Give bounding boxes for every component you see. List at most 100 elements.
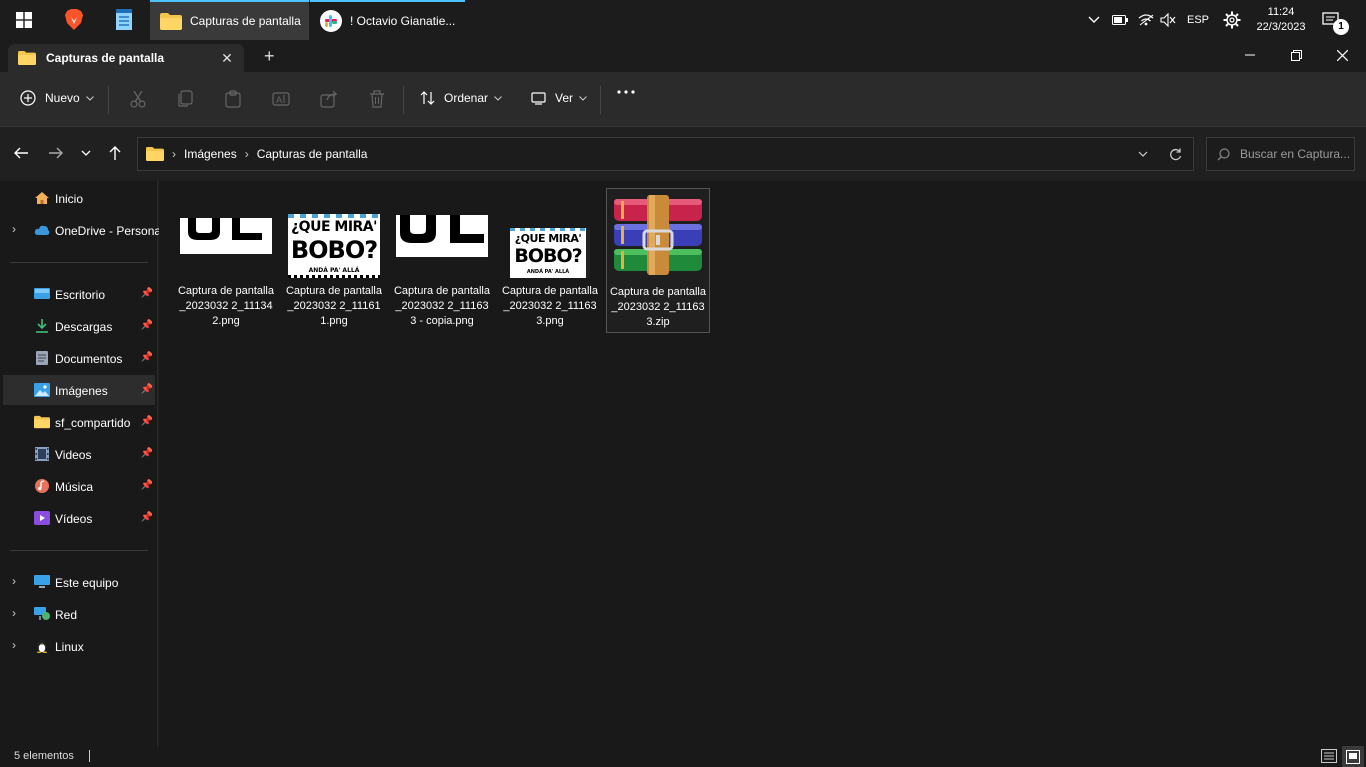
pin-icon[interactable]: 📌	[141, 416, 153, 427]
large-icons-view-button[interactable]	[1342, 746, 1364, 767]
sort-button-label: Ordenar	[444, 91, 489, 105]
gear-icon	[1223, 11, 1241, 29]
recent-locations-chevron-icon[interactable]	[81, 150, 91, 156]
pin-icon[interactable]: 📌	[141, 384, 153, 395]
explorer-tab[interactable]: Capturas de pantalla ✕	[8, 44, 244, 72]
onedrive-cloud-icon	[34, 225, 50, 235]
image-thumbnail-icon: ¿QUE MIRA' BOBO? ANDÁ PA' ALLÁ	[510, 228, 590, 278]
nav-item-linux[interactable]: › Linux	[3, 631, 155, 661]
desktop-icon	[34, 288, 50, 299]
search-icon	[1217, 147, 1230, 160]
windows-start-button[interactable]	[0, 0, 48, 40]
nav-item-imagenes[interactable]: Imágenes 📌	[3, 375, 155, 405]
nav-item-documentos[interactable]: Documentos 📌	[3, 343, 155, 373]
close-window-button[interactable]	[1319, 40, 1365, 70]
taskbar-app-slack[interactable]: ! Octavio Gianatie...	[310, 0, 465, 40]
nav-item-label: Imágenes	[55, 384, 108, 398]
volume-button[interactable]	[1160, 0, 1180, 40]
chevron-right-icon[interactable]: ›	[12, 574, 16, 588]
clock[interactable]: 11:24 22/3/2023	[1252, 0, 1310, 40]
language-indicator[interactable]: ESP	[1187, 0, 1213, 40]
show-hidden-icons-button[interactable]	[1088, 0, 1108, 40]
notepad-icon	[116, 9, 132, 30]
settings-tray-button[interactable]	[1223, 0, 1243, 40]
copy-icon[interactable]	[176, 90, 194, 108]
file-item[interactable]: Captura de pantalla_2023032 2_111633.zip	[606, 188, 710, 333]
file-item[interactable]: Captura de pantalla_2023032 2_111633 - c…	[390, 188, 494, 333]
network-button[interactable]	[1138, 0, 1158, 40]
nav-item-onedrive[interactable]: › OneDrive - Persona	[3, 215, 161, 245]
new-button[interactable]: Nuevo	[20, 90, 94, 106]
address-dropdown-chevron-icon[interactable]	[1138, 151, 1148, 157]
folder-icon	[146, 147, 164, 161]
pin-icon[interactable]: 📌	[141, 480, 153, 491]
chevron-right-icon[interactable]: ›	[12, 606, 16, 620]
nav-item-label: OneDrive - Persona	[55, 224, 162, 238]
nav-item-label: Red	[55, 608, 78, 622]
pin-icon[interactable]: 📌	[141, 320, 153, 331]
notifications-button[interactable]: 1	[1322, 0, 1350, 40]
divider	[403, 86, 404, 114]
chevron-right-icon[interactable]: ›	[12, 638, 16, 652]
divider	[10, 262, 148, 263]
pin-icon[interactable]: 📌	[141, 512, 153, 523]
notification-count: 1	[1333, 19, 1349, 35]
nav-item-label: Inicio	[55, 192, 84, 206]
tab-title: Capturas de pantalla	[46, 51, 165, 65]
thumb-text: ANDÁ PA' ALLÁ	[526, 269, 570, 275]
chevron-down-icon	[494, 95, 502, 101]
folder-icon	[18, 51, 36, 65]
file-thumbnail: ¿QUE MIRA' BOBO? ANDÁ PA' ALLÁ	[504, 188, 596, 278]
close-tab-icon[interactable]: ✕	[220, 51, 234, 65]
pin-icon[interactable]: 📌	[141, 352, 153, 363]
minimize-button[interactable]	[1227, 40, 1273, 70]
nav-item-videos[interactable]: Videos 📌	[3, 439, 155, 469]
nav-item-red[interactable]: › Red	[3, 599, 155, 629]
address-bar[interactable]: › Imágenes › Capturas de pantalla	[137, 137, 1194, 171]
file-item[interactable]: Captura de pantalla_2023032 2_111342.png	[174, 188, 278, 333]
rename-icon[interactable]: A	[272, 90, 290, 108]
view-button[interactable]: Ver	[531, 90, 587, 106]
breadcrumb-item-capturas[interactable]: Capturas de pantalla	[257, 147, 368, 161]
details-view-icon[interactable]	[1321, 749, 1337, 763]
more-options-button[interactable]	[617, 90, 635, 94]
nav-item-musica[interactable]: Música 📌	[3, 471, 155, 501]
thumb-text: ¿QUE MIRA'	[291, 219, 377, 235]
nav-item-escritorio[interactable]: Escritorio 📌	[3, 279, 155, 309]
search-box[interactable]: Buscar en Captura...	[1206, 137, 1355, 171]
pictures-icon	[34, 383, 50, 397]
nav-item-videos-library[interactable]: Vídeos 📌	[3, 503, 155, 533]
battery-button[interactable]	[1112, 0, 1132, 40]
file-item[interactable]: ¿QUE MIRA' BOBO? ANDÁ PA' ALLÁ Captura d…	[498, 188, 602, 333]
new-tab-button[interactable]: +	[264, 46, 275, 67]
nav-item-sf-compartido[interactable]: sf_compartido 📌	[3, 407, 155, 437]
chevron-right-icon[interactable]: ›	[12, 222, 16, 236]
nav-item-inicio[interactable]: Inicio	[3, 183, 155, 213]
up-arrow-icon[interactable]	[108, 145, 122, 161]
brave-browser-button[interactable]	[50, 0, 98, 40]
cut-icon[interactable]	[129, 90, 147, 108]
thumb-text: ¿QUE MIRA'	[514, 232, 582, 245]
pin-icon[interactable]: 📌	[141, 448, 153, 459]
sort-button[interactable]: Ordenar	[420, 90, 502, 106]
nav-item-label: Documentos	[55, 352, 123, 366]
clock-time: 11:24	[1267, 6, 1295, 18]
pin-icon[interactable]: 📌	[141, 288, 153, 299]
nav-item-este-equipo[interactable]: › Este equipo	[3, 567, 155, 597]
share-icon[interactable]	[320, 90, 338, 108]
image-thumbnail-icon	[180, 218, 272, 254]
taskbar-app-explorer[interactable]: Capturas de pantalla	[150, 0, 309, 40]
nav-item-label: Videos	[55, 448, 92, 462]
paste-icon[interactable]	[224, 90, 242, 108]
nav-item-descargas[interactable]: Descargas 📌	[3, 311, 155, 341]
back-arrow-icon[interactable]	[13, 146, 29, 160]
file-item[interactable]: ¿QUE MIRA' BOBO? ANDÁ PA' ALLÁ Captura d…	[282, 188, 386, 333]
forward-arrow-icon[interactable]	[48, 146, 64, 160]
notepad-button[interactable]	[100, 0, 148, 40]
refresh-icon[interactable]	[1169, 148, 1182, 161]
delete-icon[interactable]	[368, 90, 386, 108]
breadcrumb-item-imagenes[interactable]: Imágenes	[184, 147, 237, 161]
maximize-button[interactable]	[1273, 40, 1319, 70]
file-thumbnail	[180, 188, 272, 278]
file-name: Captura de pantalla_2023032 2_111633.png	[501, 285, 598, 327]
